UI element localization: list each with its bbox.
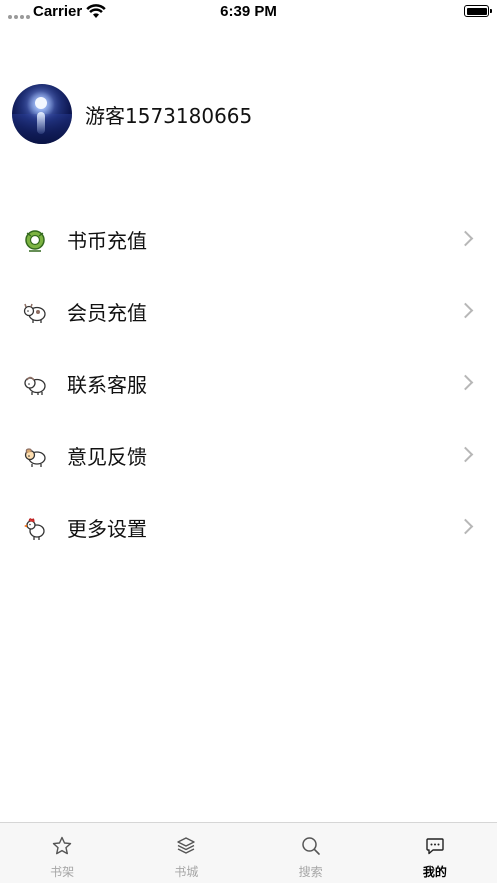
- star-icon: [52, 836, 72, 855]
- menu-item-more-settings[interactable]: 更多设置: [0, 492, 497, 564]
- menu-item-label: 会员充值: [67, 301, 147, 325]
- tab-label: 搜索: [298, 865, 323, 879]
- tab-bookshelf[interactable]: 书架: [0, 823, 124, 883]
- tab-bar: 书架 书城 搜索 我的: [0, 822, 497, 883]
- battery-icon: [464, 5, 492, 17]
- menu-item-label: 更多设置: [67, 517, 147, 541]
- menu-item-feedback[interactable]: 意见反馈: [0, 420, 497, 492]
- sheep-mascot-icon: [24, 376, 46, 395]
- chevron-right-icon: [457, 446, 474, 463]
- chevron-right-icon: [457, 374, 474, 391]
- menu-item-label: 书币充值: [67, 229, 147, 253]
- menu-item-membership-recharge[interactable]: 会员充值: [0, 276, 497, 348]
- layers-icon: [177, 837, 196, 854]
- tab-label: 书架: [50, 865, 75, 879]
- profile-header[interactable]: 游客1573180665: [12, 84, 252, 144]
- tab-mine[interactable]: 我的: [373, 823, 497, 883]
- search-icon: [301, 837, 320, 855]
- tab-label: 我的: [422, 865, 447, 879]
- chat-bubble-icon: [426, 838, 444, 855]
- chevron-right-icon: [457, 230, 474, 247]
- avatar[interactable]: [12, 84, 72, 144]
- tab-label: 书城: [174, 865, 199, 879]
- chevron-right-icon: [457, 302, 474, 319]
- menu-item-customer-service[interactable]: 联系客服: [0, 348, 497, 420]
- menu-list: 书币充值 会员充值 联系客服 意见反馈 更多设置: [0, 204, 497, 564]
- tab-bookstore[interactable]: 书城: [124, 823, 248, 883]
- cow-mascot-icon: [23, 303, 46, 323]
- username: 游客1573180665: [85, 103, 253, 128]
- menu-item-coin-recharge[interactable]: 书币充值: [0, 204, 497, 276]
- ram-mascot-icon: [24, 448, 46, 467]
- chevron-right-icon: [457, 518, 474, 535]
- rooster-mascot-icon: [24, 518, 45, 540]
- tab-search[interactable]: 搜索: [249, 823, 373, 883]
- menu-item-label: 联系客服: [67, 373, 147, 397]
- menu-item-label: 意见反馈: [67, 445, 147, 469]
- status-bar: Carrier 6:39 PM: [0, 0, 497, 24]
- status-time: 6:39 PM: [220, 3, 277, 20]
- green-coin-icon: [25, 230, 45, 252]
